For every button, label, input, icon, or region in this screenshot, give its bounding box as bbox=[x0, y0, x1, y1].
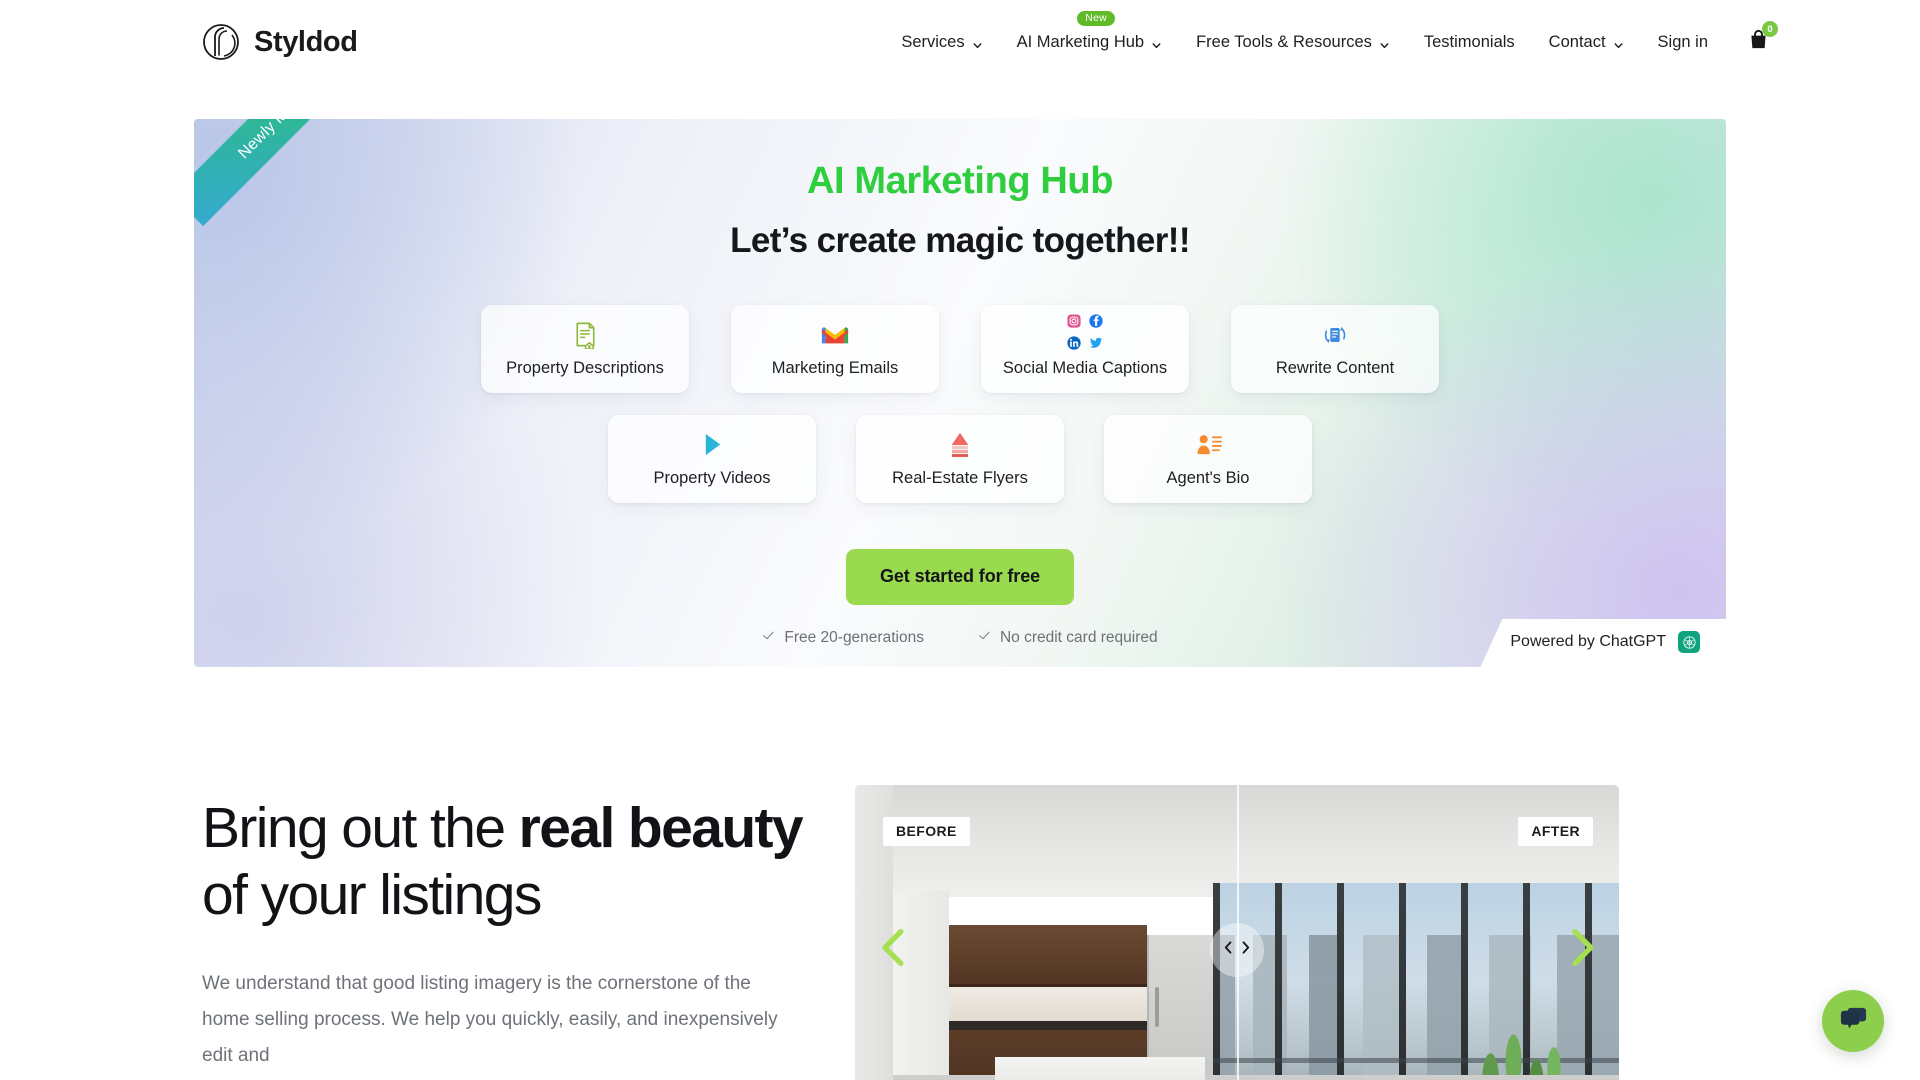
nav-label: Testimonials bbox=[1423, 32, 1515, 51]
feature-card-label: Real-Estate Flyers bbox=[892, 468, 1028, 487]
openai-logo-icon bbox=[1678, 631, 1700, 653]
twitter-icon bbox=[1089, 336, 1103, 355]
feature-card-social-media-captions[interactable]: Social Media Captions bbox=[981, 304, 1189, 393]
feature-card-property-descriptions[interactable]: Property Descriptions bbox=[481, 304, 689, 393]
feature-card-rewrite-content[interactable]: Rewrite Content bbox=[1231, 304, 1439, 393]
nav-item-testimonials[interactable]: Testimonials bbox=[1407, 23, 1532, 62]
slider-handle[interactable] bbox=[1210, 923, 1264, 977]
gmail-icon bbox=[820, 320, 850, 350]
nav-label: AI Marketing Hub bbox=[1016, 32, 1145, 51]
prev-arrow-button[interactable] bbox=[877, 927, 907, 974]
feature-cards-row-2: Property Videos Real-Estate Flyers Agent… bbox=[194, 414, 1726, 503]
hero-title: AI Marketing Hub bbox=[806, 160, 1114, 202]
brand-logo[interactable]: Styldod bbox=[202, 23, 358, 61]
trust-label: No credit card required bbox=[999, 628, 1158, 646]
feature-card-real-estate-flyers[interactable]: Real-Estate Flyers bbox=[856, 414, 1064, 503]
nav-label: Sign in bbox=[1657, 32, 1708, 51]
listings-section: Bring out the real beauty of your listin… bbox=[0, 667, 1920, 1080]
feature-card-property-videos[interactable]: Property Videos bbox=[608, 414, 816, 503]
heading-part-2: of your listings bbox=[202, 863, 542, 928]
cart-count-badge: 0 bbox=[1762, 21, 1778, 37]
rewrite-content-icon bbox=[1320, 320, 1350, 350]
heading-bold: real beauty bbox=[518, 796, 804, 860]
feature-card-label: Rewrite Content bbox=[1275, 358, 1395, 377]
chevron-down-icon bbox=[1379, 37, 1390, 48]
chevron-down-icon bbox=[1613, 37, 1624, 48]
linkedin-icon bbox=[1067, 336, 1081, 355]
check-icon bbox=[762, 629, 775, 647]
chevron-down-icon bbox=[1151, 37, 1162, 48]
hero-subtitle: Let’s create magic together!! bbox=[730, 220, 1190, 260]
nav-label: Free Tools & Resources bbox=[1196, 32, 1372, 51]
hero-section: Newly launched AI Marketing Hub Let’s cr… bbox=[194, 119, 1726, 667]
feature-card-agents-bio[interactable]: Agent's Bio bbox=[1104, 414, 1312, 503]
after-label: AFTER bbox=[1518, 817, 1593, 846]
hero-section-wrapper: Newly launched AI Marketing Hub Let’s cr… bbox=[0, 84, 1920, 667]
agent-bio-icon bbox=[1194, 430, 1223, 460]
feature-card-label: Marketing Emails bbox=[771, 358, 899, 377]
nav-label: Services bbox=[901, 32, 965, 51]
play-icon bbox=[700, 430, 725, 460]
nav-item-free-tools-resources[interactable]: Free Tools & Resources bbox=[1179, 23, 1407, 62]
powered-by-chatgpt-badge: Powered by ChatGPT bbox=[1480, 619, 1726, 667]
chat-bubbles-icon bbox=[1838, 1004, 1869, 1038]
trust-item-no-credit-card: No credit card required bbox=[978, 629, 1158, 647]
chat-widget-button[interactable] bbox=[1822, 990, 1884, 1052]
nav-item-services[interactable]: Services bbox=[884, 23, 999, 62]
instagram-icon bbox=[1067, 314, 1081, 333]
before-label: BEFORE bbox=[883, 817, 970, 846]
before-after-slider[interactable]: BEFORE AFTER bbox=[855, 785, 1619, 1080]
feature-card-label: Agent's Bio bbox=[1166, 468, 1250, 487]
listings-copy: Bring out the real beauty of your listin… bbox=[202, 785, 822, 1074]
left-right-chevrons-icon bbox=[1223, 940, 1251, 960]
check-icon bbox=[978, 629, 991, 647]
listings-body-text: We understand that good listing imagery … bbox=[202, 972, 778, 1066]
chevron-left-icon bbox=[877, 928, 907, 973]
brand-name: Styldod bbox=[254, 25, 358, 58]
flyer-icon bbox=[946, 430, 974, 460]
trust-label: Free 20-generations bbox=[784, 628, 924, 646]
nav-label: Contact bbox=[1548, 32, 1606, 51]
feature-card-label: Social Media Captions bbox=[1002, 358, 1168, 377]
powered-by-label: Powered by ChatGPT bbox=[1510, 633, 1666, 650]
nav-item-sign-in[interactable]: Sign in bbox=[1641, 23, 1725, 62]
heading-part-1: Bring out the bbox=[202, 796, 519, 860]
main-navigation: Services New AI Marketing Hub Free Tools… bbox=[884, 10, 1920, 62]
styldod-circle-logo-icon bbox=[202, 23, 240, 61]
get-started-button[interactable]: Get started for free bbox=[845, 548, 1075, 605]
trust-item-free-generations: Free 20-generations bbox=[762, 629, 924, 647]
nav-item-ai-marketing-hub[interactable]: New AI Marketing Hub bbox=[1000, 10, 1179, 62]
nav-item-contact[interactable]: Contact bbox=[1532, 23, 1641, 62]
feature-cards-row-1: Property Descriptions Marketing Emails S… bbox=[194, 304, 1726, 393]
property-description-icon bbox=[571, 320, 600, 350]
chevron-down-icon bbox=[972, 37, 983, 48]
next-arrow-button[interactable] bbox=[1567, 927, 1597, 974]
nav-new-badge: New bbox=[1077, 10, 1115, 26]
shopping-bag-icon bbox=[1747, 29, 1770, 55]
feature-card-label: Property Descriptions bbox=[506, 358, 664, 377]
site-header: Styldod Services New AI Marketing Hub Fr… bbox=[0, 0, 1920, 84]
chevron-right-icon bbox=[1567, 928, 1597, 973]
feature-card-marketing-emails[interactable]: Marketing Emails bbox=[731, 304, 939, 393]
listings-heading: Bring out the real beauty of your listin… bbox=[202, 795, 822, 930]
facebook-icon bbox=[1089, 314, 1103, 333]
cart-button[interactable]: 0 bbox=[1747, 21, 1778, 56]
feature-card-label: Property Videos bbox=[653, 468, 771, 487]
social-media-icons bbox=[1067, 314, 1104, 350]
